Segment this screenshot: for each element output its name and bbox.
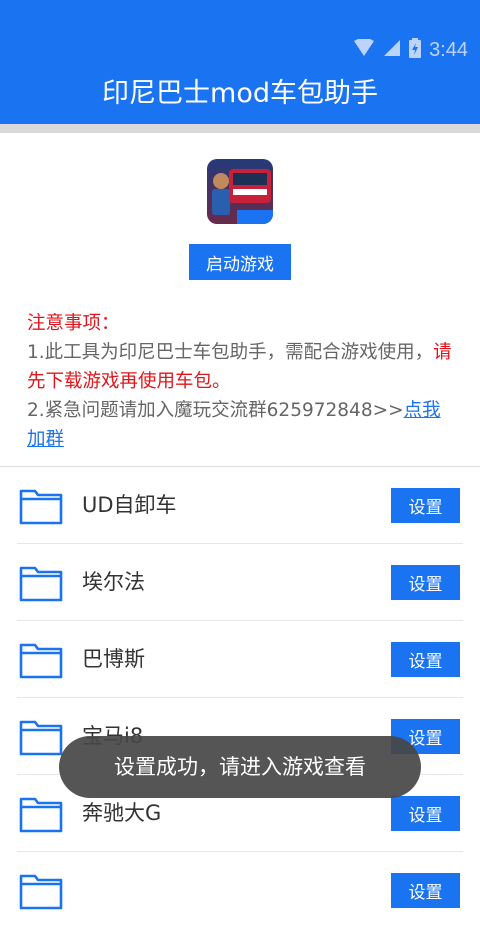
vehicle-name: UD自卸车 xyxy=(82,493,177,517)
folder-icon xyxy=(19,872,63,910)
folder-icon xyxy=(19,564,63,602)
page-title: 印尼巴士mod车包助手 xyxy=(102,78,378,109)
toast-message: 设置成功，请进入游戏查看 xyxy=(59,736,421,798)
set-button[interactable]: 设置 xyxy=(391,873,460,908)
set-button[interactable]: 设置 xyxy=(391,488,460,523)
set-button[interactable]: 设置 xyxy=(391,642,460,677)
list-item: 埃尔法 设置 xyxy=(0,544,480,621)
battery-charging-icon xyxy=(409,38,422,62)
folder-icon xyxy=(19,641,63,679)
folder-icon xyxy=(19,795,63,833)
set-button[interactable]: 设置 xyxy=(391,565,460,600)
set-button[interactable]: 设置 xyxy=(391,796,460,831)
status-time: 3:44 xyxy=(429,38,468,61)
vehicle-name: 埃尔法 xyxy=(82,570,145,594)
signal-icon xyxy=(383,39,401,61)
notice-heading: 注意事项： xyxy=(27,313,120,334)
folder-icon xyxy=(19,487,63,525)
list-item: 设置 xyxy=(0,852,480,929)
header-shadow xyxy=(0,124,480,133)
launch-game-button[interactable]: 启动游戏 xyxy=(189,244,291,280)
notice-line1: 1.此工具为印尼巴士车包助手，需配合游戏使用， xyxy=(27,342,434,363)
folder-icon xyxy=(19,718,63,756)
vehicle-name: 巴博斯 xyxy=(82,647,145,671)
list-item: UD自卸车 设置 xyxy=(0,467,480,544)
wifi-icon xyxy=(353,38,375,61)
app-icon xyxy=(207,159,273,224)
vehicle-name: 奔驰大G xyxy=(82,801,162,825)
notice-section: 注意事项： 1.此工具为印尼巴士车包助手，需配合游戏使用，请先下载游戏再使用车包… xyxy=(27,309,457,454)
notice-line2: 2.紧急问题请加入魔玩交流群625972848>> xyxy=(27,400,404,421)
status-bar: 3:44 xyxy=(353,38,468,62)
list-item: 巴博斯 设置 xyxy=(0,621,480,698)
